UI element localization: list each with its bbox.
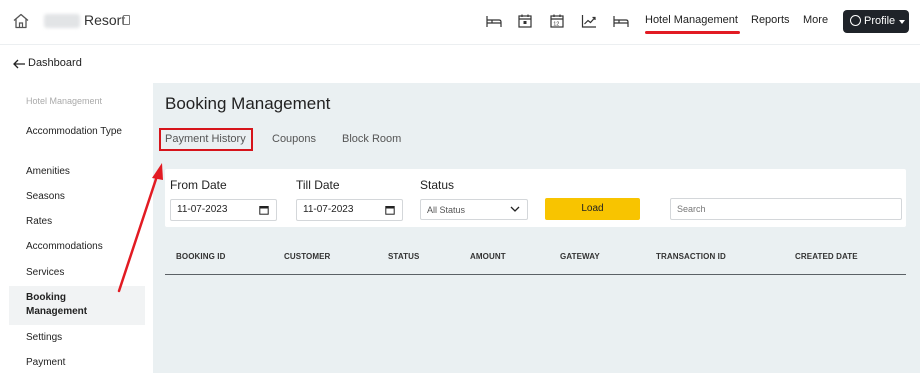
from-date-input[interactable]: 11-07-2023 <box>170 199 277 221</box>
calendar-icon[interactable] <box>259 205 269 215</box>
arrow-left-icon <box>13 59 25 69</box>
nav-link-reports[interactable]: Reports <box>751 14 790 26</box>
calendar-grid-icon[interactable]: 12 <box>548 12 566 30</box>
home-icon[interactable] <box>12 12 30 30</box>
caret-down-icon <box>899 20 905 24</box>
sidebar-item-settings[interactable]: Settings <box>26 331 126 345</box>
bed-icon[interactable] <box>485 12 503 30</box>
sidebar-item-seasons[interactable]: Seasons <box>26 190 126 204</box>
chevron-down-icon <box>510 206 520 212</box>
payment-history-highlight-annotation <box>159 128 253 151</box>
brand-menu-icon[interactable] <box>123 15 130 25</box>
brand-logo-blurred <box>44 14 80 28</box>
tab-block-room[interactable]: Block Room <box>342 133 401 145</box>
status-selected-value: All Status <box>427 205 466 215</box>
sidebar-item-payment[interactable]: Payment <box>26 356 126 370</box>
main-content-panel <box>153 83 920 373</box>
column-header-customer[interactable]: CUSTOMER <box>284 252 330 261</box>
sidebar-item-services[interactable]: Services <box>26 266 126 280</box>
sidebar-item-booking-management[interactable]: Booking Management <box>26 291 126 319</box>
calendar-check-icon[interactable] <box>516 12 534 30</box>
page-title: Booking Management <box>165 94 331 113</box>
profile-button[interactable]: Profile <box>843 10 909 33</box>
nav-link-more[interactable]: More <box>803 14 828 26</box>
active-nav-underline-annotation <box>645 31 740 34</box>
user-avatar-icon <box>850 15 861 26</box>
status-label: Status <box>420 178 455 192</box>
column-header-amount[interactable]: AMOUNT <box>470 252 506 261</box>
load-button[interactable]: Load <box>545 198 640 220</box>
nav-link-hotel-management[interactable]: Hotel Management <box>645 14 738 26</box>
bed-icon[interactable] <box>612 12 630 30</box>
sidebar-item-accommodation-type[interactable]: Accommodation Type <box>26 125 126 139</box>
brand-name[interactable]: Resort <box>84 12 125 28</box>
profile-label: Profile <box>864 15 896 27</box>
back-link-label: Dashboard <box>28 57 82 69</box>
calendar-icon[interactable] <box>385 205 395 215</box>
trend-chart-icon[interactable] <box>580 12 598 30</box>
column-header-status[interactable]: STATUS <box>388 252 419 261</box>
from-date-value: 11-07-2023 <box>177 204 228 215</box>
top-navigation-bar: Resort 12 Hotel Management Reports More … <box>0 0 920 45</box>
sidebar-item-amenities[interactable]: Amenities <box>26 165 126 179</box>
sidebar-section-title: Hotel Management <box>26 96 103 106</box>
column-header-created-date[interactable]: CREATED DATE <box>795 252 858 261</box>
till-date-label: Till Date <box>296 178 340 192</box>
from-date-label: From Date <box>170 178 227 192</box>
sidebar-item-accommodations[interactable]: Accommodations <box>26 240 126 254</box>
column-header-transaction-id[interactable]: TRANSACTION ID <box>656 252 726 261</box>
search-input[interactable]: Search <box>670 198 902 220</box>
column-header-booking-id[interactable]: BOOKING ID <box>176 252 225 261</box>
till-date-input[interactable]: 11-07-2023 <box>296 199 403 221</box>
svg-text:12: 12 <box>553 22 559 28</box>
column-header-gateway[interactable]: GATEWAY <box>560 252 600 261</box>
search-placeholder: Search <box>677 204 706 214</box>
status-select[interactable]: All Status <box>420 199 528 220</box>
till-date-value: 11-07-2023 <box>303 204 354 215</box>
tab-coupons[interactable]: Coupons <box>272 133 316 145</box>
sidebar-item-rates[interactable]: Rates <box>26 215 126 229</box>
